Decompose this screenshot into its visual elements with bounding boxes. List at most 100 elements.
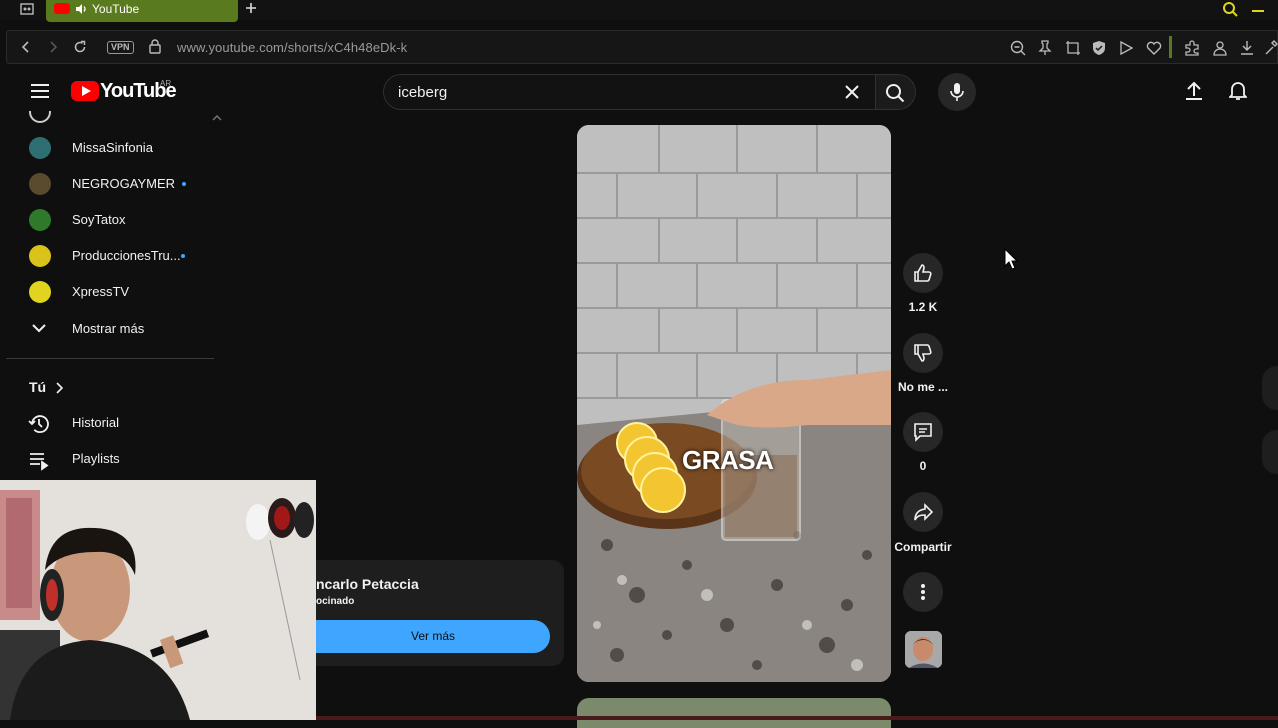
subscription-name: NEGROGAYMER <box>72 176 176 191</box>
country-code: AR <box>160 79 172 88</box>
url-text[interactable]: www.youtube.com/shorts/xC4h48eDk-k <box>177 40 407 55</box>
show-more-button[interactable]: Mostrar más <box>0 311 214 347</box>
sidebar-item-playlists[interactable]: Playlists <box>0 441 214 477</box>
next-short-button[interactable] <box>1262 430 1278 474</box>
show-more-label: Mostrar más <box>72 321 145 336</box>
youtube-play-logo-icon <box>71 81 99 101</box>
download-icon[interactable] <box>1239 40 1255 56</box>
playlists-label: Playlists <box>72 451 120 466</box>
subscription-name: ProduccionesTru... <box>72 248 181 263</box>
webcam-overlay <box>0 480 316 720</box>
forward-icon[interactable] <box>46 40 60 54</box>
new-content-dot <box>181 254 185 258</box>
channel-avatar <box>29 137 51 159</box>
streamer-webcam-image <box>0 480 316 720</box>
ad-title: ncarlo Petaccia <box>316 576 419 592</box>
vpn-badge[interactable]: VPN <box>107 41 134 54</box>
ad-subtitle: ocinado <box>316 596 355 607</box>
snapshot-icon[interactable] <box>1065 40 1081 56</box>
clear-search-icon[interactable] <box>845 85 859 99</box>
back-icon[interactable] <box>19 40 33 54</box>
share-button[interactable] <box>903 492 943 532</box>
subscription-item[interactable]: NEGROGAYMER <box>0 166 214 202</box>
subscription-name: XpressTV <box>72 284 130 299</box>
tab-title: YouTube <box>92 2 140 16</box>
shorts-video-player[interactable]: GRASA <box>577 125 891 682</box>
browser-tab-bar: YouTube <box>0 0 1278 22</box>
comment-icon <box>913 422 933 442</box>
sidebar-item-history[interactable]: Historial <box>0 405 214 441</box>
subscription-item[interactable]: XpressTV <box>0 274 214 310</box>
sidebar-divider <box>6 358 214 359</box>
channel-avatar <box>29 173 51 195</box>
search-button[interactable] <box>876 74 916 110</box>
new-tab-icon[interactable] <box>245 1 257 15</box>
lock-icon[interactable] <box>149 39 161 54</box>
more-vertical-icon <box>921 583 925 601</box>
microphone-icon <box>950 82 964 102</box>
dislike-button[interactable] <box>903 333 943 373</box>
reload-icon[interactable] <box>73 40 87 54</box>
new-content-dot <box>182 182 186 186</box>
favorites-heart-icon[interactable] <box>1146 40 1162 56</box>
search-input[interactable]: iceberg <box>398 84 447 101</box>
search-icon <box>885 83 905 103</box>
notifications-bell-icon[interactable] <box>1229 81 1247 101</box>
pin-icon[interactable] <box>1038 40 1052 56</box>
subscription-name: SoyTatox <box>72 212 126 227</box>
address-bar: VPN www.youtube.com/shorts/xC4h48eDk-k <box>6 30 1278 64</box>
voice-search-button[interactable] <box>938 73 976 111</box>
player-icon[interactable] <box>1119 40 1133 56</box>
subscription-item[interactable]: SoyTatox <box>0 202 214 238</box>
tab-overview-icon[interactable] <box>20 3 34 15</box>
audio-track-thumbnail[interactable] <box>905 631 942 668</box>
share-label: Compartir <box>894 540 952 554</box>
next-short-preview[interactable] <box>577 698 891 728</box>
partial-avatar <box>29 111 51 123</box>
previous-short-button[interactable] <box>1262 366 1278 410</box>
channel-avatar <box>29 281 51 303</box>
profile-icon[interactable] <box>1212 40 1228 56</box>
playlists-icon <box>28 449 50 471</box>
like-count: 1.2 K <box>908 300 938 314</box>
thumbs-up-icon <box>913 263 933 283</box>
sidebar-scroll-up-icon[interactable] <box>212 114 222 122</box>
extensions-icon[interactable] <box>1183 40 1201 56</box>
comment-count: 0 <box>919 459 927 473</box>
bottom-progress-strip <box>316 716 1278 720</box>
speaker-icon[interactable] <box>74 2 88 16</box>
subscription-item[interactable]: MissaSinfonia <box>0 130 214 166</box>
more-options-button[interactable] <box>903 572 943 612</box>
search-tabs-icon[interactable] <box>1222 1 1238 17</box>
channel-avatar <box>29 245 51 267</box>
comments-button[interactable] <box>903 412 943 452</box>
hamburger-menu-icon[interactable] <box>31 83 49 99</box>
video-overlay-text: GRASA <box>682 445 774 475</box>
chevron-down-icon <box>32 323 46 333</box>
youtube-favicon-icon <box>54 3 70 14</box>
zoom-out-icon[interactable] <box>1010 40 1026 56</box>
mouse-cursor-icon <box>1004 248 1018 270</box>
search-box[interactable]: iceberg <box>383 74 876 110</box>
you-section-label: Tú <box>29 379 47 395</box>
history-label: Historial <box>72 415 119 430</box>
vpn-shield-icon[interactable] <box>1092 40 1106 56</box>
channel-face-image <box>905 631 942 668</box>
subscription-name: MissaSinfonia <box>72 140 153 155</box>
see-more-button[interactable]: Ver más <box>316 620 550 653</box>
share-arrow-icon <box>913 502 933 522</box>
history-icon <box>28 413 50 435</box>
you-section-link[interactable]: Tú <box>0 369 214 405</box>
chevron-right-icon <box>55 382 63 394</box>
upload-icon[interactable] <box>1185 81 1203 101</box>
video-frame-image <box>577 125 891 682</box>
like-button[interactable] <box>903 253 943 293</box>
thumbs-down-icon <box>913 343 933 363</box>
minimize-icon[interactable] <box>1252 10 1264 12</box>
subscription-item[interactable]: ProduccionesTru... <box>0 238 214 274</box>
tools-icon[interactable] <box>1264 40 1278 56</box>
dislike-label: No me ... <box>897 380 948 394</box>
browser-tab-youtube[interactable]: YouTube <box>46 0 238 22</box>
sidebar-separator <box>1169 36 1172 58</box>
youtube-logo[interactable] <box>71 80 99 102</box>
